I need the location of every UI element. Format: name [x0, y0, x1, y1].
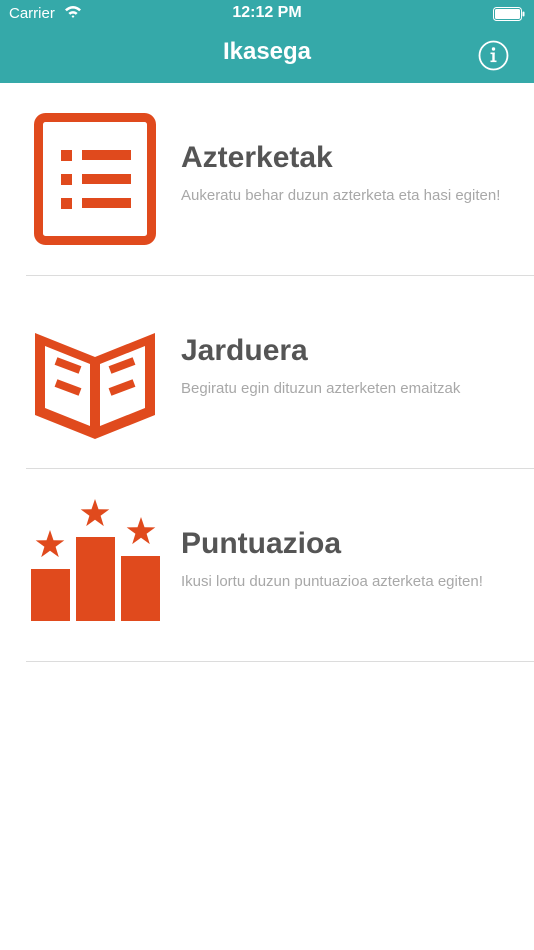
- menu-item-title: Azterketak: [181, 141, 333, 174]
- battery-icon: [493, 7, 525, 21]
- status-bar: Carrier 12:12 PM: [0, 0, 534, 28]
- menu-item-title: Puntuazioa: [181, 527, 342, 560]
- menu-item-title: Jarduera: [181, 334, 308, 367]
- header: Carrier 12:12 PM Ikasega: [0, 0, 534, 83]
- menu-item-jarduera[interactable]: Jarduera Begiratu egin dituzun azterkete…: [0, 276, 534, 469]
- page-title: Ikasega: [222, 38, 312, 65]
- menu-item-puntuazioa[interactable]: Puntuazioa Ikusi lortu duzun puntuazioa …: [0, 469, 534, 662]
- menu-item-description: Ikusi lortu duzun puntuazioa azterketa e…: [181, 573, 483, 590]
- list-icon: [34, 113, 156, 245]
- info-button[interactable]: [478, 40, 509, 71]
- podium-stars-icon: [31, 499, 160, 621]
- menu-list: Azterketak Aukeratu behar duzun azterket…: [0, 83, 534, 662]
- open-book-icon: [35, 333, 155, 439]
- status-time: 12:12 PM: [232, 4, 302, 21]
- menu-item-description: Begiratu egin dituzun azterketen emaitza…: [181, 380, 461, 397]
- menu-item-azterketak[interactable]: Azterketak Aukeratu behar duzun azterket…: [0, 83, 534, 276]
- divider: [26, 661, 534, 662]
- menu-item-description: Aukeratu behar duzun azterketa eta hasi …: [181, 187, 501, 204]
